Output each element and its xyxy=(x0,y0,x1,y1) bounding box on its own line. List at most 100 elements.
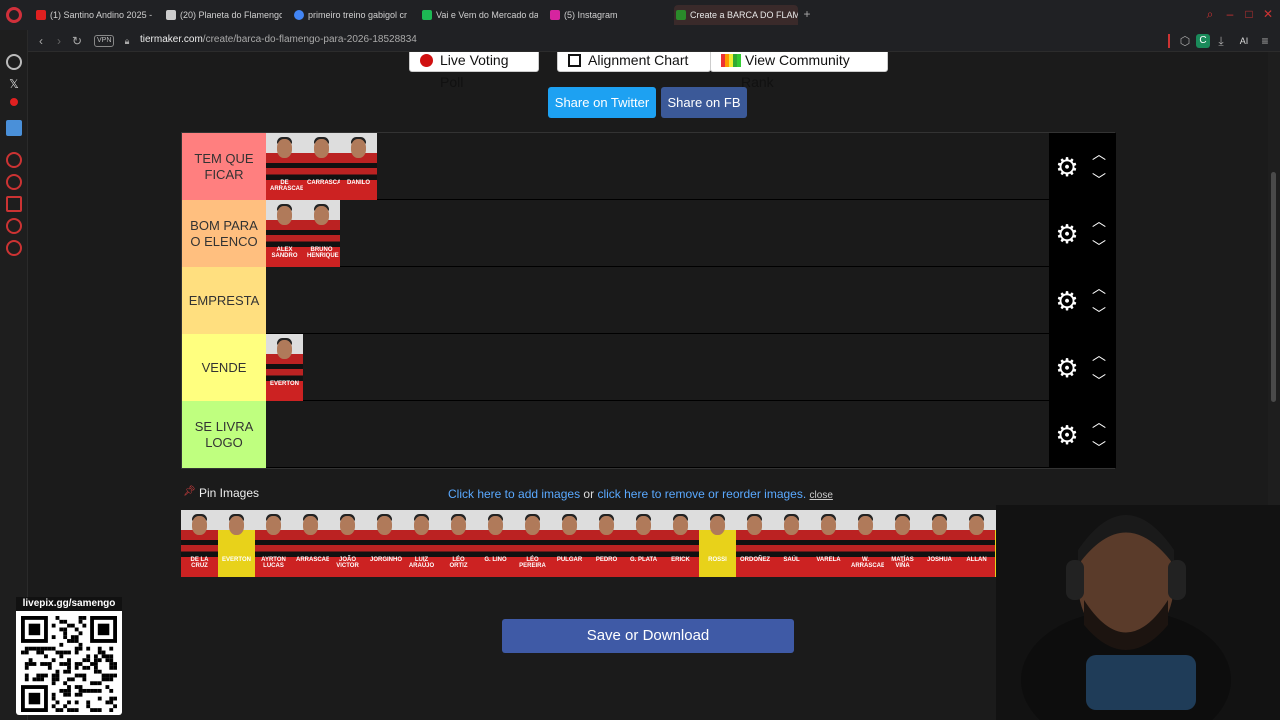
settings-icon[interactable] xyxy=(6,240,22,256)
player-card[interactable]: BRUNO HENRIQUE xyxy=(303,200,340,267)
player-card[interactable]: EVERTON xyxy=(266,334,303,401)
pool-player-card[interactable]: JOSHUA xyxy=(921,510,958,577)
address-bar: ‹ › ↻ VPN 🔒︎ tiermaker.com/create/barca-… xyxy=(28,30,1280,52)
player-card[interactable]: ALEX SANDRO xyxy=(266,200,303,267)
downloads-icon[interactable]: ⤓ xyxy=(1214,34,1228,48)
pool-player-card[interactable]: LÉO PEREIRA xyxy=(514,510,551,577)
gear-icon[interactable]: ⚙ xyxy=(1055,355,1079,381)
pool-player-card[interactable]: SAÚL xyxy=(773,510,810,577)
chevron-down-icon[interactable]: ﹀ xyxy=(1091,173,1107,187)
player-card[interactable]: CARRASCAL xyxy=(303,133,340,200)
tier-label[interactable]: SE LIVRA LOGO xyxy=(182,401,266,468)
lock-icon[interactable]: 🔒︎ xyxy=(120,34,134,48)
pool-player-card[interactable]: JORGINHO xyxy=(366,510,403,577)
pool-player-card[interactable]: JOÃO VICTOR xyxy=(329,510,366,577)
chevron-up-icon[interactable]: ︿ xyxy=(1091,214,1107,228)
pool-player-card[interactable]: G. LINO xyxy=(477,510,514,577)
remove-images-link[interactable]: click here to remove or reorder images. xyxy=(597,487,806,501)
chatgpt-icon[interactable] xyxy=(6,54,22,70)
pool-player-card[interactable]: VARELA xyxy=(810,510,847,577)
rank-grid-icon xyxy=(721,54,741,67)
close-window-icon[interactable]: ✕ xyxy=(1262,8,1274,20)
download-icon[interactable] xyxy=(6,196,22,212)
pool-player-card[interactable]: LÉO ORTIZ xyxy=(440,510,477,577)
gear-icon[interactable]: ⚙ xyxy=(1055,288,1079,314)
scroll-thumb[interactable] xyxy=(1271,172,1276,402)
pool-player-card[interactable]: W. ARRASCAETA xyxy=(847,510,884,577)
pool-player-card[interactable]: PULGAR xyxy=(551,510,588,577)
live-voting-button[interactable]: Live Voting Poll xyxy=(409,52,539,90)
save-download-button[interactable]: Save or Download xyxy=(502,619,794,653)
community-rank-button[interactable]: View Community Rank xyxy=(710,52,888,90)
new-tab-icon[interactable]: + xyxy=(801,8,813,20)
pool-player-card[interactable]: G. PLATA xyxy=(625,510,662,577)
tier-row: BOM PARA O ELENCO ALEX SANDRO BRUNO HENRIQ… xyxy=(182,200,1116,267)
x-icon xyxy=(166,10,176,20)
ai-button[interactable]: AI xyxy=(1232,34,1256,48)
clock-icon[interactable] xyxy=(6,174,22,190)
player-head xyxy=(747,516,762,535)
back-icon[interactable]: ‹ xyxy=(34,34,48,48)
add-images-link[interactable]: Click here to add images xyxy=(448,487,580,501)
vpn-badge[interactable]: VPN xyxy=(94,35,115,47)
pool-player-card[interactable]: EVERTON xyxy=(218,510,255,577)
pool-player-card[interactable]: ALLAN xyxy=(958,510,995,577)
gear-icon[interactable]: ⚙ xyxy=(1055,221,1079,247)
chevron-up-icon[interactable]: ︿ xyxy=(1091,415,1107,429)
profile-icon[interactable]: C xyxy=(1196,34,1210,48)
minimize-icon[interactable]: – xyxy=(1224,8,1236,20)
youtube-icon[interactable] xyxy=(10,98,18,106)
close-link[interactable]: close xyxy=(810,490,833,501)
pool-player-card[interactable]: ARRASCAETA xyxy=(292,510,329,577)
tier-label[interactable]: EMPRESTA xyxy=(182,267,266,334)
gear-icon[interactable]: ⚙ xyxy=(1055,422,1079,448)
browser-tab[interactable]: primeiro treino gabigol cr xyxy=(292,5,410,25)
maximize-icon[interactable]: □ xyxy=(1243,8,1255,20)
url-field[interactable]: tiermaker.com/create/barca-do-flamengo-p… xyxy=(140,34,417,45)
search-tabs-icon[interactable]: ⌕ xyxy=(1204,8,1216,20)
pool-player-card[interactable]: ERICK xyxy=(662,510,699,577)
player-head xyxy=(895,516,910,535)
tier-label[interactable]: TEM QUE FICAR xyxy=(182,133,266,200)
player-head xyxy=(351,139,366,158)
chevron-down-icon[interactable]: ﹀ xyxy=(1091,374,1107,388)
chevron-down-icon[interactable]: ﹀ xyxy=(1091,441,1107,455)
gear-icon[interactable]: ⚙ xyxy=(1055,154,1079,180)
browser-tab[interactable]: (1) Santino Andino 2025 - xyxy=(34,5,154,25)
opera-logo-icon[interactable] xyxy=(6,7,22,23)
browser-tab[interactable]: (5) Instagram xyxy=(548,5,666,25)
pool-player-card[interactable]: AYRTON LUCAS xyxy=(255,510,292,577)
tier-label[interactable]: BOM PARA O ELENCO xyxy=(182,200,266,267)
forward-icon[interactable]: › xyxy=(52,34,66,48)
app-icon[interactable] xyxy=(6,120,22,136)
player-card[interactable]: DE ARRASCAETA xyxy=(266,133,303,200)
x-icon[interactable]: 𝕏 xyxy=(6,76,22,92)
browser-tab[interactable]: Vai e Vem do Mercado da xyxy=(420,5,538,25)
chevron-down-icon[interactable]: ﹀ xyxy=(1091,240,1107,254)
reload-icon[interactable]: ↻ xyxy=(70,34,84,48)
chevron-down-icon[interactable]: ﹀ xyxy=(1091,307,1107,321)
browser-tab-active[interactable]: Create a BARCA DO FLAM xyxy=(674,5,798,25)
chevron-up-icon[interactable]: ︿ xyxy=(1091,281,1107,295)
pool-player-card[interactable]: LUIZ ARAÚJO xyxy=(403,510,440,577)
pool-player-card[interactable]: DE LA CRUZ xyxy=(181,510,218,577)
player-card[interactable]: DANILO xyxy=(340,133,377,200)
pin-images-label[interactable]: Pin Images xyxy=(181,486,259,500)
pool-player-card[interactable]: ROSSI xyxy=(699,510,736,577)
pool-player-card[interactable]: ORDOÑEZ xyxy=(736,510,773,577)
chevron-up-icon[interactable]: ︿ xyxy=(1091,348,1107,362)
share-twitter-button[interactable]: Share on Twitter xyxy=(548,87,656,118)
share-facebook-button[interactable]: Share on FB xyxy=(661,87,747,118)
tier-controls: ⚙ ︿ ﹀ xyxy=(1049,334,1116,401)
menu-icon[interactable]: ≡ xyxy=(1258,34,1272,48)
chevron-up-icon[interactable]: ︿ xyxy=(1091,147,1107,161)
alignment-chart-button[interactable]: Alignment Chart xyxy=(557,52,711,72)
pool-player-card[interactable]: PEDRO xyxy=(588,510,625,577)
chat-icon[interactable] xyxy=(6,218,22,234)
history-icon[interactable] xyxy=(6,152,22,168)
player-name: LÉO ORTIZ xyxy=(449,557,468,569)
tier-label[interactable]: VENDE xyxy=(182,334,266,401)
browser-tab[interactable]: (20) Planeta do Flamengo xyxy=(164,5,282,25)
pool-player-card[interactable]: MATÍAS VIÑA xyxy=(884,510,921,577)
extension-icon[interactable]: ⬡ xyxy=(1178,34,1192,48)
